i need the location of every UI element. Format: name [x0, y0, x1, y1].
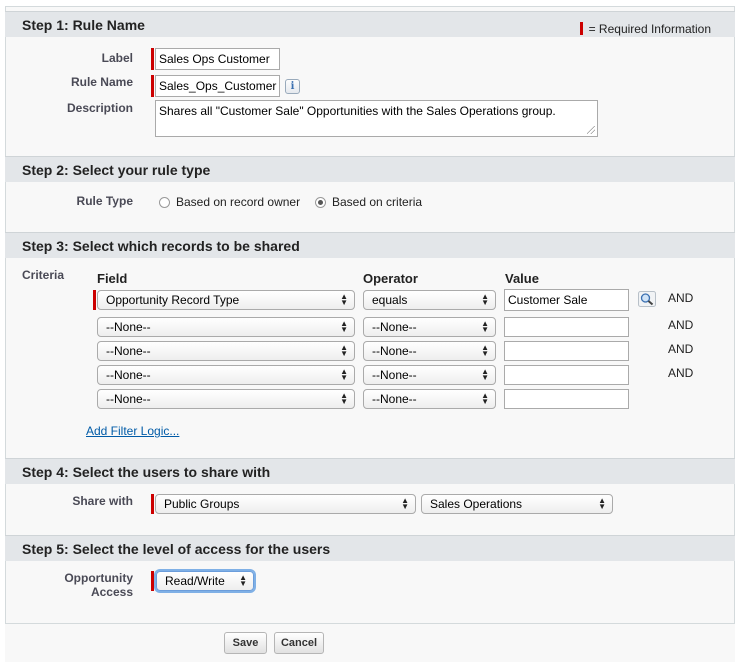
select-value: --None--	[106, 344, 151, 358]
required-marker-icon	[151, 75, 154, 97]
criteria-operator-select-4[interactable]: --None-- ▲ ▼	[363, 365, 496, 385]
step3-header: Step 3: Select which records to be share…	[5, 232, 735, 258]
updown-arrow-icon: ▲ ▼	[340, 367, 348, 382]
step2-header: Step 2: Select your rule type	[5, 156, 735, 182]
updown-arrow-icon: ▲ ▼	[340, 292, 348, 307]
value-column-header: Value	[505, 271, 539, 286]
updown-arrow-icon: ▲ ▼	[481, 367, 489, 382]
criteria-field-select-1[interactable]: Opportunity Record Type ▲ ▼	[97, 290, 355, 310]
select-value: equals	[372, 293, 408, 307]
criteria-operator-select-5[interactable]: --None-- ▲ ▼	[363, 389, 496, 409]
select-value: Opportunity Record Type	[106, 293, 240, 307]
step2-title: Step 2: Select your rule type	[22, 162, 211, 178]
field-column-header: Field	[97, 271, 128, 286]
select-value: --None--	[106, 368, 151, 382]
and-conjunction-3: AND	[668, 342, 694, 356]
step5-header: Step 5: Select the level of access for t…	[5, 535, 735, 561]
button-bar	[5, 623, 735, 662]
select-value: --None--	[106, 320, 151, 334]
updown-arrow-icon: ▲ ▼	[598, 496, 606, 511]
label-input[interactable]: Sales Ops Customer	[155, 48, 280, 70]
save-button[interactable]: Save	[224, 632, 267, 654]
required-marker-icon	[93, 290, 96, 310]
updown-arrow-icon: ▲ ▼	[340, 319, 348, 334]
required-marker-icon	[151, 494, 154, 514]
cancel-button[interactable]: Cancel	[274, 632, 324, 654]
criteria-field-select-5[interactable]: --None-- ▲ ▼	[97, 389, 355, 409]
select-value: Public Groups	[164, 497, 240, 511]
required-legend: = Required Information	[579, 22, 711, 36]
share-with-label: Share with	[72, 494, 133, 508]
rule-type-label: Rule Type	[76, 194, 133, 208]
share-with-type-select[interactable]: Public Groups ▲ ▼	[155, 494, 416, 514]
resize-grip-icon[interactable]	[587, 126, 595, 134]
required-legend-text: = Required Information	[588, 22, 711, 36]
criteria-field-select-2[interactable]: --None-- ▲ ▼	[97, 317, 355, 337]
and-conjunction-4: AND	[668, 366, 694, 380]
operator-column-header: Operator	[363, 271, 418, 286]
radio-record-owner-label[interactable]: Based on record owner	[176, 195, 300, 209]
step4-title: Step 4: Select the users to share with	[22, 464, 271, 480]
opportunity-access-label-line2: Access	[90, 585, 133, 599]
updown-arrow-icon: ▲ ▼	[340, 391, 348, 406]
step1-title: Step 1: Rule Name	[22, 17, 145, 33]
radio-record-owner[interactable]	[159, 197, 170, 208]
opportunity-access-label-line1: Opportunity	[64, 571, 133, 585]
opportunity-access-label: Opportunity Access	[40, 571, 133, 599]
select-value: --None--	[372, 368, 417, 382]
step4-header: Step 4: Select the users to share with	[5, 458, 735, 484]
criteria-label: Criteria	[22, 268, 65, 282]
label-field-label: Label	[101, 51, 133, 65]
updown-arrow-icon: ▲ ▼	[340, 343, 348, 358]
share-with-group-select[interactable]: Sales Operations ▲ ▼	[421, 494, 613, 514]
add-filter-logic-link[interactable]: Add Filter Logic...	[86, 424, 179, 438]
opportunity-access-select[interactable]: Read/Write ▲ ▼	[156, 571, 254, 591]
lookup-magnifier-icon[interactable]	[638, 291, 656, 307]
required-marker-icon	[151, 48, 154, 70]
criteria-value-input-5[interactable]	[504, 389, 629, 409]
criteria-operator-select-2[interactable]: --None-- ▲ ▼	[363, 317, 496, 337]
updown-arrow-icon: ▲ ▼	[239, 573, 247, 588]
description-text: Shares all "Customer Sale" Opportunities…	[159, 104, 556, 118]
select-value: --None--	[106, 392, 151, 406]
info-icon[interactable]: i	[285, 79, 300, 94]
select-value: Sales Operations	[430, 497, 523, 511]
updown-arrow-icon: ▲ ▼	[481, 319, 489, 334]
criteria-value-input-4[interactable]	[504, 365, 629, 385]
criteria-value-input-2[interactable]	[504, 317, 629, 337]
criteria-operator-select-3[interactable]: --None-- ▲ ▼	[363, 341, 496, 361]
criteria-value-input-1[interactable]: Customer Sale	[504, 289, 629, 311]
radio-criteria[interactable]	[315, 197, 326, 208]
step5-title: Step 5: Select the level of access for t…	[22, 541, 331, 557]
criteria-value-input-3[interactable]	[504, 341, 629, 361]
description-field-label: Description	[66, 101, 133, 115]
rule-name-field-label: Rule Name	[70, 75, 133, 89]
criteria-operator-select-1[interactable]: equals ▲ ▼	[363, 290, 496, 310]
select-value: --None--	[372, 344, 417, 358]
criteria-field-select-4[interactable]: --None-- ▲ ▼	[97, 365, 355, 385]
select-value: --None--	[372, 320, 417, 334]
rule-name-input[interactable]: Sales_Ops_Customer	[155, 75, 280, 97]
and-conjunction-1: AND	[668, 291, 694, 305]
step1-header: Step 1: Rule Name = Required Information	[5, 11, 735, 37]
select-value: Read/Write	[165, 574, 225, 588]
updown-arrow-icon: ▲ ▼	[481, 343, 489, 358]
updown-arrow-icon: ▲ ▼	[481, 292, 489, 307]
description-textarea[interactable]: Shares all "Customer Sale" Opportunities…	[155, 100, 598, 137]
step3-title: Step 3: Select which records to be share…	[22, 238, 300, 254]
radio-criteria-label[interactable]: Based on criteria	[332, 195, 422, 209]
required-marker-icon	[151, 571, 154, 591]
select-value: --None--	[372, 392, 417, 406]
updown-arrow-icon: ▲ ▼	[401, 496, 409, 511]
and-conjunction-2: AND	[668, 318, 694, 332]
updown-arrow-icon: ▲ ▼	[481, 391, 489, 406]
criteria-field-select-3[interactable]: --None-- ▲ ▼	[97, 341, 355, 361]
required-marker-icon	[579, 22, 583, 35]
